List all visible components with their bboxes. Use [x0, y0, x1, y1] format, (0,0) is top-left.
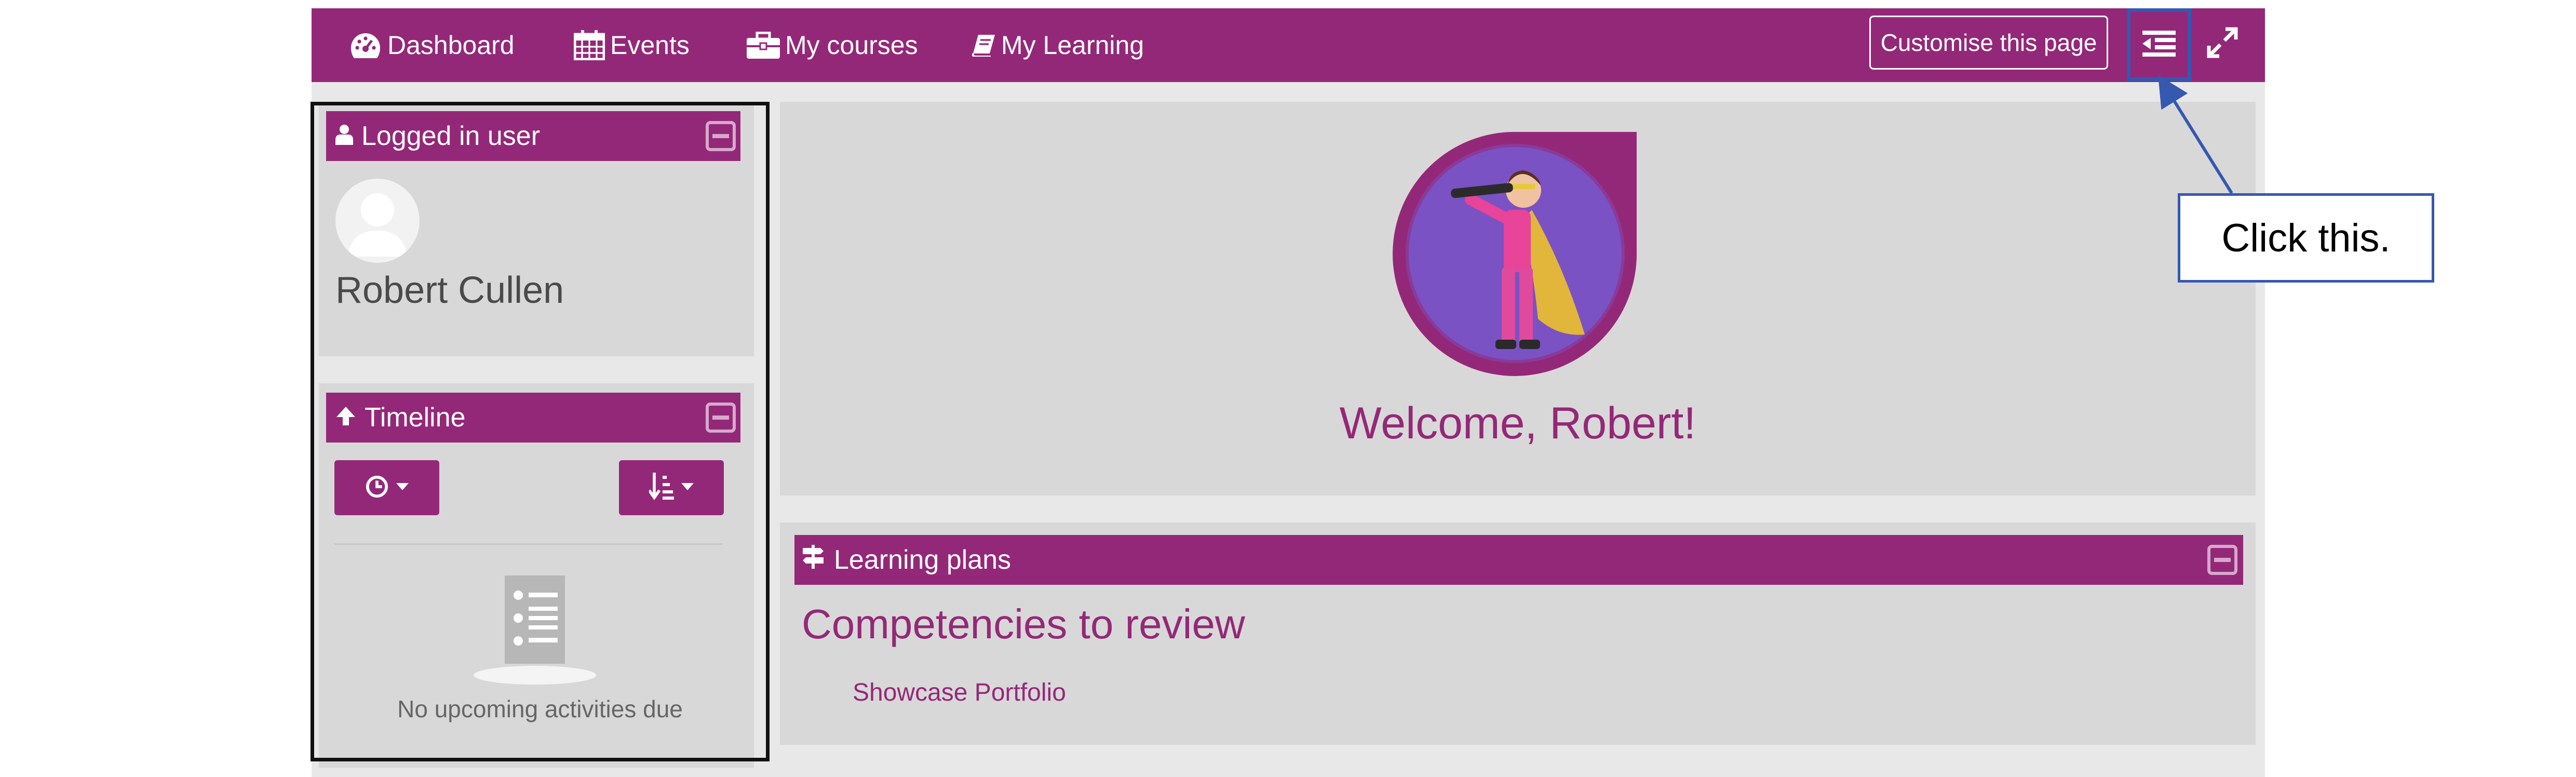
page-canvas: Dashboard Events My courses My Learning …: [0, 0, 2576, 777]
callout-text: Click this.: [2221, 216, 2391, 260]
callout-box: Click this.: [2178, 193, 2434, 283]
annotation-arrow: [2158, 75, 2233, 194]
